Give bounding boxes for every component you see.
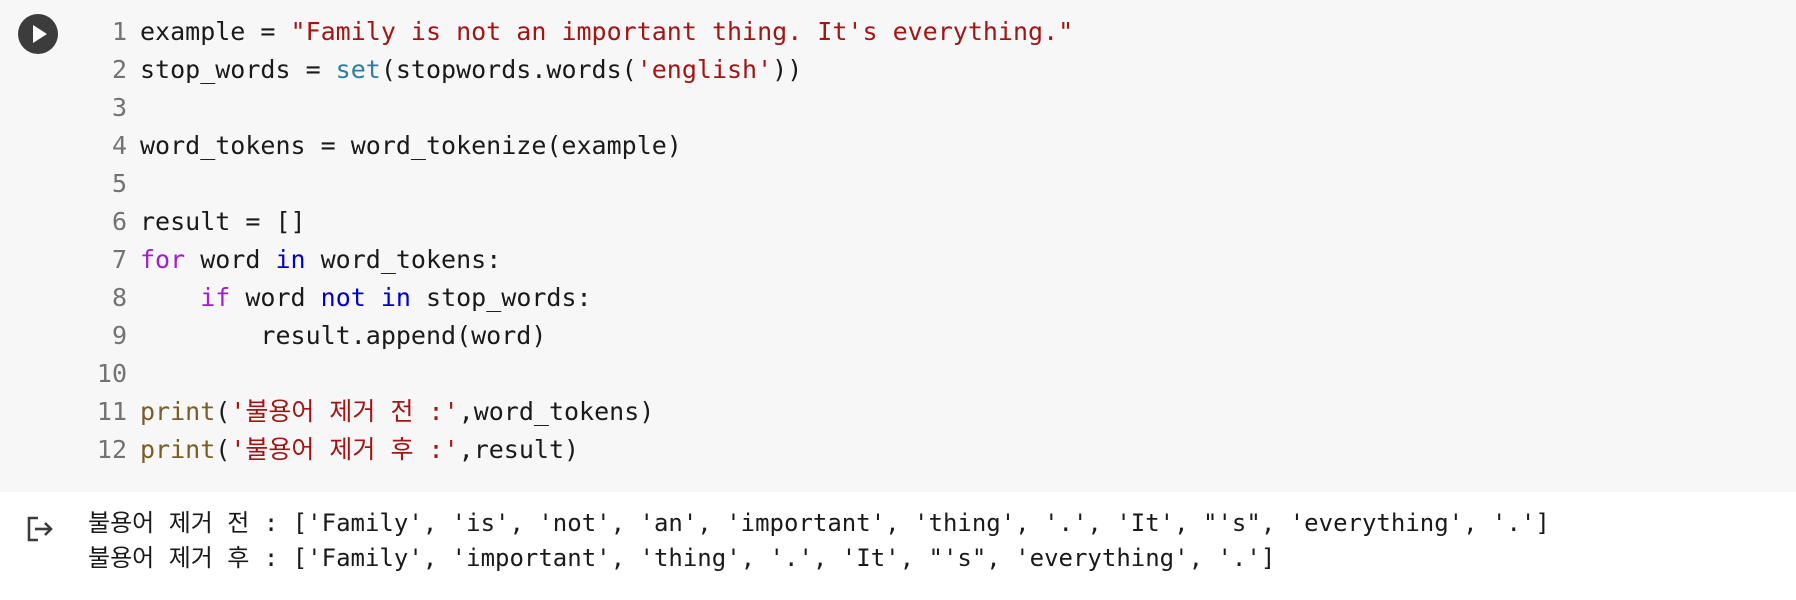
line-number: 5 bbox=[111, 169, 127, 198]
code-token: ( bbox=[215, 397, 231, 426]
code-token: word_tokens = word_tokenize(example) bbox=[140, 131, 682, 160]
code-token: for bbox=[140, 245, 186, 274]
line-number: 3 bbox=[111, 93, 127, 122]
code-token: word_tokens: bbox=[305, 245, 502, 274]
code-token: not bbox=[320, 283, 366, 312]
code-token: if bbox=[200, 283, 231, 312]
line-source: print('불용어 제거 전 :',word_tokens) bbox=[140, 393, 654, 431]
line-number: 9 bbox=[111, 321, 127, 350]
code-token: in bbox=[275, 245, 306, 274]
line-number: 1 bbox=[111, 17, 127, 46]
code-token: "Family is not an important thing. It's … bbox=[290, 17, 1074, 46]
line-source: print('불용어 제거 후 :',result) bbox=[140, 431, 579, 469]
line-source: word_tokens = word_tokenize(example) bbox=[140, 127, 682, 165]
code-line[interactable]: 9 result.append(word) bbox=[0, 317, 1796, 355]
code-line[interactable]: 11 print('불용어 제거 전 :',word_tokens) bbox=[0, 393, 1796, 431]
line-number: 10 bbox=[96, 359, 127, 388]
code-token: (stopwords.words( bbox=[380, 55, 637, 84]
code-token: result.append(word) bbox=[140, 321, 547, 350]
line-number: 11 bbox=[96, 397, 127, 426]
code-token: in bbox=[380, 283, 411, 312]
output-line: 불용어 제거 전 : ['Family', 'is', 'not', 'an',… bbox=[88, 509, 1550, 537]
line-source: stop_words = set(stopwords.words('englis… bbox=[140, 51, 802, 89]
code-token: ,word_tokens) bbox=[458, 397, 655, 426]
line-number: 7 bbox=[111, 245, 127, 274]
code-token: ( bbox=[215, 435, 231, 464]
code-token: print bbox=[140, 435, 216, 464]
line-source: result.append(word) bbox=[140, 317, 546, 355]
line-number: 4 bbox=[111, 131, 127, 160]
line-source: result = [] bbox=[140, 203, 306, 241]
notebook-cell: 1 example = "Family is not an important t… bbox=[0, 0, 1796, 600]
code-line[interactable]: 6 result = [] bbox=[0, 203, 1796, 241]
code-token: word bbox=[230, 283, 321, 312]
output-line: 불용어 제거 후 : ['Family', 'important', 'thin… bbox=[88, 544, 1276, 572]
line-number: 12 bbox=[96, 435, 127, 464]
code-token: stop_words: bbox=[410, 283, 592, 312]
line-number: 8 bbox=[111, 283, 127, 312]
code-editor[interactable]: 1 example = "Family is not an important t… bbox=[0, 0, 1796, 492]
code-token: print bbox=[140, 397, 216, 426]
output-text: 불용어 제거 전 : ['Family', 'is', 'not', 'an',… bbox=[88, 506, 1550, 576]
code-token: 'english' bbox=[636, 55, 773, 84]
code-lines: 1 example = "Family is not an important t… bbox=[0, 13, 1796, 469]
line-source: if word not in stop_words: bbox=[140, 279, 592, 317]
code-token: )) bbox=[772, 55, 803, 84]
code-token: stop_words = bbox=[140, 55, 336, 84]
code-token: set bbox=[335, 55, 381, 84]
code-line[interactable]: 3 bbox=[0, 89, 1796, 127]
code-line[interactable]: 2 stop_words = set(stopwords.words('engli… bbox=[0, 51, 1796, 89]
cell-output: 불용어 제거 전 : ['Family', 'is', 'not', 'an',… bbox=[0, 492, 1796, 600]
code-token: result = [] bbox=[140, 207, 306, 236]
line-source: for word in word_tokens: bbox=[140, 241, 501, 279]
line-number: 2 bbox=[111, 55, 127, 84]
code-line[interactable]: 10 bbox=[0, 355, 1796, 393]
code-line[interactable]: 8 if word not in stop_words: bbox=[0, 279, 1796, 317]
output-redirect-icon[interactable] bbox=[24, 512, 58, 546]
code-line[interactable]: 1 example = "Family is not an important t… bbox=[0, 13, 1796, 51]
line-source: example = "Family is not an important th… bbox=[140, 13, 1073, 51]
code-token: example = bbox=[140, 17, 291, 46]
code-token: '불용어 제거 후 :' bbox=[230, 435, 459, 464]
code-line[interactable]: 7 for word in word_tokens: bbox=[0, 241, 1796, 279]
code-line[interactable]: 12 print('불용어 제거 후 :',result) bbox=[0, 431, 1796, 469]
code-line[interactable]: 4 word_tokens = word_tokenize(example) bbox=[0, 127, 1796, 165]
code-line[interactable]: 5 bbox=[0, 165, 1796, 203]
code-token: word bbox=[185, 245, 276, 274]
code-token: ,result) bbox=[458, 435, 580, 464]
code-token: '불용어 제거 전 :' bbox=[230, 397, 459, 426]
line-number: 6 bbox=[111, 207, 127, 236]
